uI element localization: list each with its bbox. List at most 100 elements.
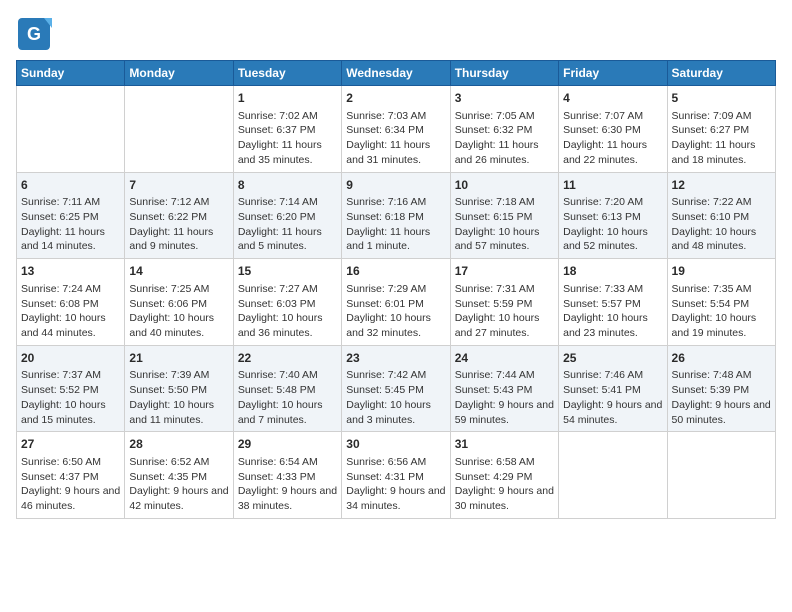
day-info: Sunrise: 7:22 AM Sunset: 6:10 PM Dayligh… [672, 195, 771, 254]
day-number: 27 [21, 436, 120, 453]
day-number: 30 [346, 436, 445, 453]
day-number: 16 [346, 263, 445, 280]
day-info: Sunrise: 7:37 AM Sunset: 5:52 PM Dayligh… [21, 368, 120, 427]
logo: G [16, 16, 56, 52]
calendar-cell: 7Sunrise: 7:12 AM Sunset: 6:22 PM Daylig… [125, 172, 233, 259]
day-info: Sunrise: 6:54 AM Sunset: 4:33 PM Dayligh… [238, 455, 337, 514]
calendar-cell: 17 Sunrise: 7:31 AM Sunset: 5:59 PM Dayli… [450, 259, 558, 346]
day-number: 9 [346, 177, 445, 194]
calendar-cell [17, 86, 125, 173]
calendar-cell: 23Sunrise: 7:42 AM Sunset: 5:45 PM Dayli… [342, 345, 450, 432]
day-of-week-header: Wednesday [342, 61, 450, 86]
calendar-cell [667, 432, 775, 519]
calendar-week-row: 6Sunrise: 7:11 AM Sunset: 6:25 PM Daylig… [17, 172, 776, 259]
calendar-cell: 5Sunrise: 7:09 AM Sunset: 6:27 PM Daylig… [667, 86, 775, 173]
calendar-cell: 3 Sunrise: 7:05 AM Sunset: 6:32 PM Daylig… [450, 86, 558, 173]
calendar-cell: 20Sunrise: 7:37 AM Sunset: 5:52 PM Dayli… [17, 345, 125, 432]
day-info: Sunrise: 7:44 AM Sunset: 5:43 PM Dayligh… [455, 368, 554, 427]
day-info: Sunrise: 7:16 AM Sunset: 6:18 PM Dayligh… [346, 195, 445, 254]
day-number: 21 [129, 350, 228, 367]
day-number: 20 [21, 350, 120, 367]
day-number: 31 [455, 436, 554, 453]
day-info: Sunrise: 7:31 AM Sunset: 5:59 PM Dayligh… [455, 282, 554, 341]
day-of-week-header: Thursday [450, 61, 558, 86]
day-number: 2 [346, 90, 445, 107]
calendar-cell: 9Sunrise: 7:16 AM Sunset: 6:18 PM Daylig… [342, 172, 450, 259]
day-number: 13 [21, 263, 120, 280]
calendar-cell: 25Sunrise: 7:46 AM Sunset: 5:41 PM Dayli… [559, 345, 667, 432]
svg-text:G: G [27, 24, 41, 44]
calendar-cell: 10Sunrise: 7:18 AM Sunset: 6:15 PM Dayli… [450, 172, 558, 259]
day-number: 28 [129, 436, 228, 453]
day-info: Sunrise: 7:11 AM Sunset: 6:25 PM Dayligh… [21, 195, 120, 254]
calendar-cell: 19 Sunrise: 7:35 AM Sunset: 5:54 PM Dayli… [667, 259, 775, 346]
day-info: Sunrise: 7:14 AM Sunset: 6:20 PM Dayligh… [238, 195, 337, 254]
day-info: Sunrise: 7:40 AM Sunset: 5:48 PM Dayligh… [238, 368, 337, 427]
calendar-cell: 13 Sunrise: 7:24 AM Sunset: 6:08 PM Dayli… [17, 259, 125, 346]
day-number: 3 [455, 90, 554, 107]
day-number: 7 [129, 177, 228, 194]
day-number: 22 [238, 350, 337, 367]
day-info: Sunrise: 7:20 AM Sunset: 6:13 PM Dayligh… [563, 195, 662, 254]
day-number: 8 [238, 177, 337, 194]
calendar-cell: 11Sunrise: 7:20 AM Sunset: 6:13 PM Dayli… [559, 172, 667, 259]
day-number: 19 [672, 263, 771, 280]
day-number: 6 [21, 177, 120, 194]
day-number: 26 [672, 350, 771, 367]
calendar-cell: 21Sunrise: 7:39 AM Sunset: 5:50 PM Dayli… [125, 345, 233, 432]
day-of-week-header: Friday [559, 61, 667, 86]
calendar-cell: 30 Sunrise: 6:56 AM Sunset: 4:31 PM Dayli… [342, 432, 450, 519]
calendar-cell: 28 Sunrise: 6:52 AM Sunset: 4:35 PM Dayli… [125, 432, 233, 519]
day-info: Sunrise: 7:18 AM Sunset: 6:15 PM Dayligh… [455, 195, 554, 254]
day-info: Sunrise: 7:25 AM Sunset: 6:06 PM Dayligh… [129, 282, 228, 341]
calendar-week-row: 1 Sunrise: 7:02 AM Sunset: 6:37 PM Daylig… [17, 86, 776, 173]
day-number: 14 [129, 263, 228, 280]
day-info: Sunrise: 7:05 AM Sunset: 6:32 PM Dayligh… [455, 109, 554, 168]
calendar-cell: 16 Sunrise: 7:29 AM Sunset: 6:01 PM Dayli… [342, 259, 450, 346]
day-number: 29 [238, 436, 337, 453]
day-number: 18 [563, 263, 662, 280]
day-info: Sunrise: 7:42 AM Sunset: 5:45 PM Dayligh… [346, 368, 445, 427]
calendar-cell: 8Sunrise: 7:14 AM Sunset: 6:20 PM Daylig… [233, 172, 341, 259]
day-info: Sunrise: 6:56 AM Sunset: 4:31 PM Dayligh… [346, 455, 445, 514]
day-of-week-header: Monday [125, 61, 233, 86]
day-number: 11 [563, 177, 662, 194]
day-number: 17 [455, 263, 554, 280]
day-info: Sunrise: 6:52 AM Sunset: 4:35 PM Dayligh… [129, 455, 228, 514]
day-info: Sunrise: 7:02 AM Sunset: 6:37 PM Dayligh… [238, 109, 337, 168]
page-header: G [16, 16, 776, 52]
day-info: Sunrise: 7:48 AM Sunset: 5:39 PM Dayligh… [672, 368, 771, 427]
calendar-cell: 22Sunrise: 7:40 AM Sunset: 5:48 PM Dayli… [233, 345, 341, 432]
day-number: 1 [238, 90, 337, 107]
day-info: Sunrise: 7:09 AM Sunset: 6:27 PM Dayligh… [672, 109, 771, 168]
calendar-cell [559, 432, 667, 519]
calendar-cell: 4Sunrise: 7:07 AM Sunset: 6:30 PM Daylig… [559, 86, 667, 173]
day-number: 25 [563, 350, 662, 367]
calendar-week-row: 27 Sunrise: 6:50 AM Sunset: 4:37 PM Dayli… [17, 432, 776, 519]
day-number: 15 [238, 263, 337, 280]
day-number: 23 [346, 350, 445, 367]
day-info: Sunrise: 7:27 AM Sunset: 6:03 PM Dayligh… [238, 282, 337, 341]
day-of-week-header: Sunday [17, 61, 125, 86]
calendar-header-row: SundayMondayTuesdayWednesdayThursdayFrid… [17, 61, 776, 86]
day-info: Sunrise: 7:03 AM Sunset: 6:34 PM Dayligh… [346, 109, 445, 168]
calendar-cell: 2 Sunrise: 7:03 AM Sunset: 6:34 PM Daylig… [342, 86, 450, 173]
day-info: Sunrise: 7:29 AM Sunset: 6:01 PM Dayligh… [346, 282, 445, 341]
calendar-cell: 18Sunrise: 7:33 AM Sunset: 5:57 PM Dayli… [559, 259, 667, 346]
calendar-cell: 12Sunrise: 7:22 AM Sunset: 6:10 PM Dayli… [667, 172, 775, 259]
calendar-cell: 15 Sunrise: 7:27 AM Sunset: 6:03 PM Dayli… [233, 259, 341, 346]
day-number: 12 [672, 177, 771, 194]
day-of-week-header: Tuesday [233, 61, 341, 86]
calendar-cell: 31 Sunrise: 6:58 AM Sunset: 4:29 PM Dayli… [450, 432, 558, 519]
calendar-table: SundayMondayTuesdayWednesdayThursdayFrid… [16, 60, 776, 519]
calendar-week-row: 13 Sunrise: 7:24 AM Sunset: 6:08 PM Dayli… [17, 259, 776, 346]
day-info: Sunrise: 6:50 AM Sunset: 4:37 PM Dayligh… [21, 455, 120, 514]
day-info: Sunrise: 7:39 AM Sunset: 5:50 PM Dayligh… [129, 368, 228, 427]
calendar-cell: 24Sunrise: 7:44 AM Sunset: 5:43 PM Dayli… [450, 345, 558, 432]
day-info: Sunrise: 7:24 AM Sunset: 6:08 PM Dayligh… [21, 282, 120, 341]
calendar-cell: 14 Sunrise: 7:25 AM Sunset: 6:06 PM Dayli… [125, 259, 233, 346]
day-info: Sunrise: 6:58 AM Sunset: 4:29 PM Dayligh… [455, 455, 554, 514]
day-info: Sunrise: 7:35 AM Sunset: 5:54 PM Dayligh… [672, 282, 771, 341]
day-info: Sunrise: 7:12 AM Sunset: 6:22 PM Dayligh… [129, 195, 228, 254]
day-number: 10 [455, 177, 554, 194]
